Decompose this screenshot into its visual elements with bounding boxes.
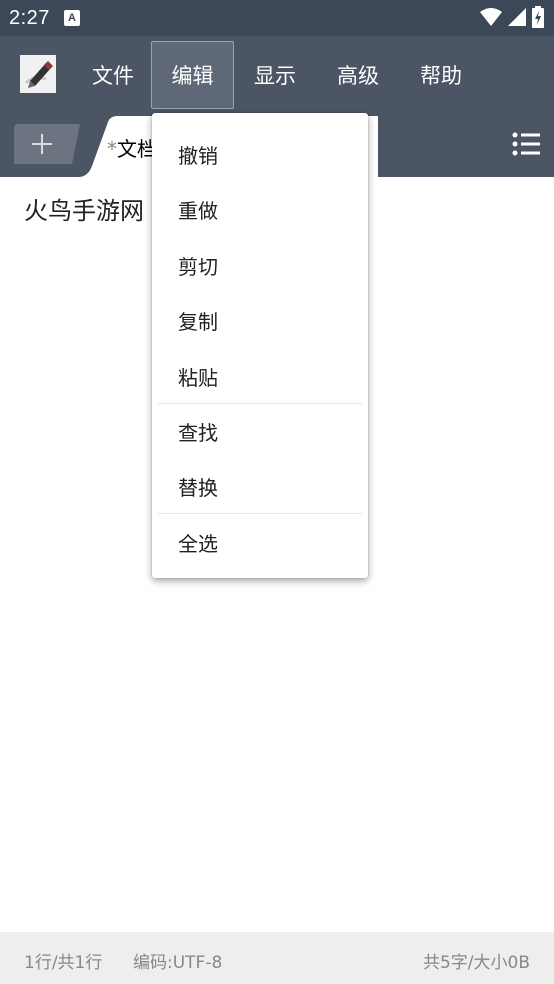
menu-cut[interactable]: 剪切 bbox=[152, 238, 368, 293]
edit-dropdown-menu: 撤销 重做 剪切 复制 粘贴 查找 替换 全选 bbox=[152, 113, 368, 578]
menu-file[interactable]: 文件 bbox=[80, 41, 146, 109]
menu-copy[interactable]: 复制 bbox=[152, 293, 368, 348]
notification-icon: A bbox=[63, 10, 80, 26]
status-bar: 2:27 A bbox=[0, 0, 554, 36]
menu-undo[interactable]: 撤销 bbox=[152, 127, 368, 182]
list-icon[interactable] bbox=[512, 131, 540, 157]
encoding-info: 编码:UTF-8 bbox=[133, 953, 223, 973]
status-icons bbox=[480, 6, 544, 28]
size-info: 共5字/大小0B bbox=[422, 953, 530, 973]
menu-advanced[interactable]: 高级 bbox=[325, 41, 391, 109]
document-tab-label[interactable]: *文档 bbox=[107, 133, 157, 162]
footer-status: 1行/共1行 编码:UTF-8 共5字/大小0B bbox=[0, 932, 554, 984]
menu-paste[interactable]: 粘贴 bbox=[152, 349, 368, 404]
signal-icon bbox=[508, 8, 526, 26]
menu-replace[interactable]: 替换 bbox=[152, 459, 368, 514]
status-time: 2:27 bbox=[9, 6, 50, 29]
menu-view[interactable]: 显示 bbox=[242, 41, 308, 109]
menu-help[interactable]: 帮助 bbox=[408, 41, 474, 109]
tab-title: 文档 bbox=[117, 137, 157, 161]
menu-redo[interactable]: 重做 bbox=[152, 182, 368, 237]
modified-marker: * bbox=[107, 137, 117, 161]
battery-icon bbox=[532, 6, 544, 28]
menu-select-all[interactable]: 全选 bbox=[152, 515, 368, 570]
wifi-icon bbox=[480, 8, 502, 26]
editor-text[interactable]: 火鸟手游网 bbox=[24, 191, 144, 226]
menu-divider bbox=[158, 513, 362, 514]
line-info: 1行/共1行 bbox=[24, 953, 103, 973]
menu-find[interactable]: 查找 bbox=[152, 404, 368, 459]
menu-edit[interactable]: 编辑 bbox=[151, 41, 234, 109]
plus-icon[interactable] bbox=[14, 124, 80, 164]
menu-bar: 文件 编辑 显示 高级 帮助 bbox=[0, 36, 554, 116]
notepad-icon[interactable] bbox=[20, 55, 56, 93]
